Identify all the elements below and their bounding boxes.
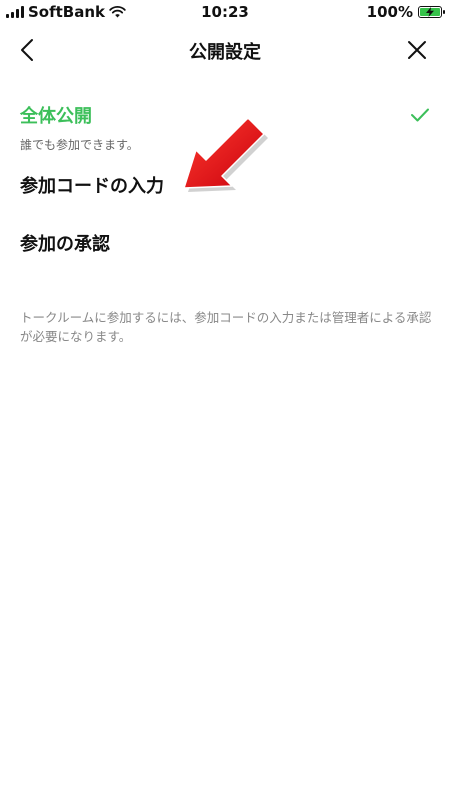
checkmark-icon: [411, 108, 429, 122]
status-right: 100%: [366, 3, 445, 21]
page-title: 公開設定: [189, 42, 261, 63]
nav-header: 公開設定: [0, 24, 450, 76]
close-button[interactable]: [403, 36, 431, 64]
red-arrow-annotation: [183, 117, 268, 192]
status-bar: SoftBank 10:23 100%: [0, 0, 450, 24]
battery-charging-icon: [418, 6, 445, 18]
option-approval-label: 参加の承認: [20, 234, 110, 255]
help-note: トークルームに参加するには、参加コードの入力または管理者による承認が必要になりま…: [20, 310, 432, 344]
battery-percent: 100%: [366, 3, 413, 21]
screen: SoftBank 10:23 100% 公開設定 全体公開 誰でも参加できます。…: [0, 0, 450, 800]
option-approval[interactable]: 参加の承認: [0, 228, 450, 286]
close-icon: [408, 41, 426, 59]
